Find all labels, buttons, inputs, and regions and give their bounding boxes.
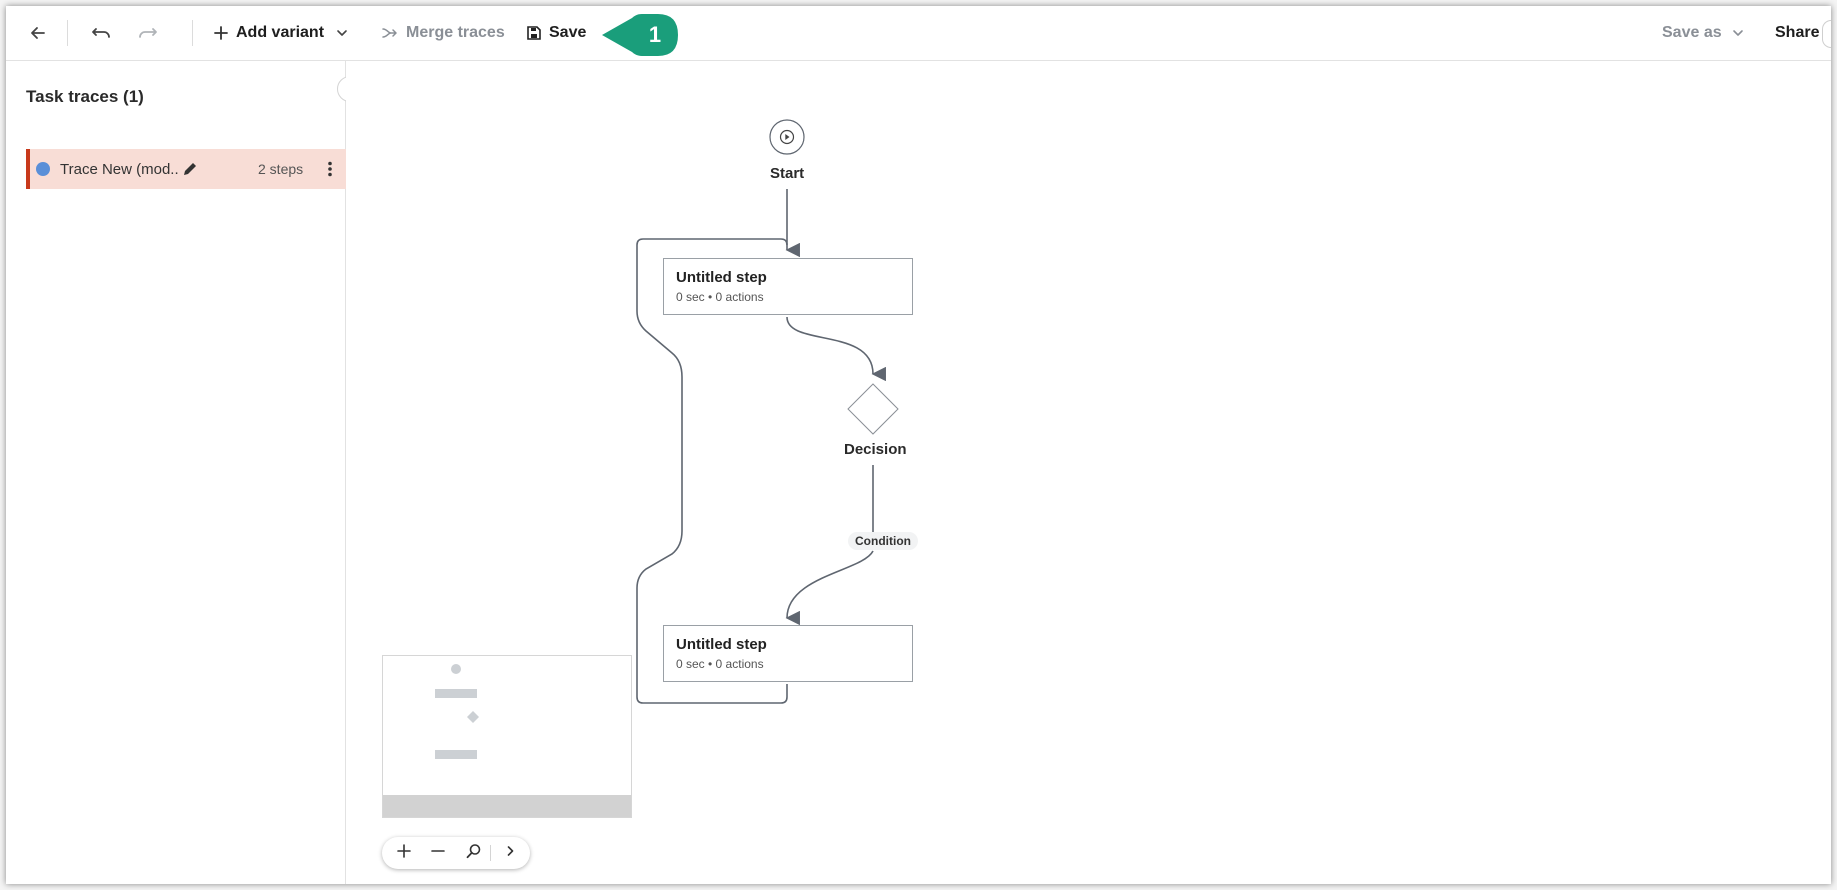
trace-status-icon	[36, 162, 50, 176]
add-variant-label: Add variant	[236, 24, 325, 41]
step-subtitle: 0 sec • 0 actions	[676, 290, 764, 304]
play-circle-icon	[779, 129, 795, 150]
chevron-right-icon	[505, 844, 515, 862]
plus-icon	[397, 843, 411, 863]
back-button[interactable]	[28, 6, 48, 60]
share-label: Share	[1775, 24, 1820, 41]
toolbar-divider	[67, 20, 68, 46]
step-title: Untitled step	[676, 636, 767, 653]
avatar[interactable]	[1822, 20, 1831, 48]
zoom-divider	[490, 845, 491, 861]
trace-step-count: 2 steps	[258, 161, 304, 177]
save-button[interactable]: Save	[527, 6, 586, 60]
app-window: Add variant Merge traces Save 1 Save as	[6, 6, 1831, 884]
step-node[interactable]: Untitled step 0 sec • 0 actions	[663, 258, 913, 315]
minimap-footer	[383, 795, 631, 817]
pencil-icon[interactable]	[182, 161, 198, 177]
undo-button[interactable]	[90, 6, 112, 60]
minimap-preview	[435, 664, 479, 759]
task-traces-panel: Task traces (1) Trace New (mod... 2 step…	[6, 61, 349, 884]
step-subtitle: 0 sec • 0 actions	[676, 657, 764, 671]
redo-button[interactable]	[137, 6, 159, 60]
save-as-label: Save as	[1662, 24, 1722, 41]
kebab-menu-icon[interactable]	[327, 161, 333, 177]
trace-list-item[interactable]: Trace New (mod... 2 steps	[26, 149, 349, 189]
decision-label: Decision	[844, 441, 907, 458]
toolbar-divider	[192, 20, 193, 46]
decision-node-diamond[interactable]	[847, 383, 899, 435]
zoom-controls	[382, 837, 530, 869]
condition-badge[interactable]: Condition	[848, 532, 918, 550]
expand-controls-button[interactable]	[494, 837, 526, 869]
step-callout-badge: 1	[602, 14, 678, 56]
merge-icon	[382, 26, 398, 40]
chevron-down-icon	[336, 27, 348, 39]
save-label: Save	[549, 24, 587, 41]
step-node[interactable]: Untitled step 0 sec • 0 actions	[663, 625, 913, 682]
flow-canvas[interactable]: Start Untitled step 0 sec • 0 actions De…	[346, 61, 1831, 884]
floppy-disk-icon	[527, 26, 541, 40]
share-button[interactable]: Share	[1775, 6, 1819, 60]
minus-icon	[431, 844, 445, 863]
undo-icon	[90, 23, 112, 43]
arrow-left-icon	[28, 23, 48, 43]
merge-traces-label: Merge traces	[406, 24, 505, 41]
step-title: Untitled step	[676, 269, 767, 286]
panel-title: Task traces (1)	[26, 87, 144, 106]
toolbar: Add variant Merge traces Save 1 Save as	[6, 6, 1831, 61]
add-variant-button[interactable]: Add variant	[214, 6, 348, 60]
zoom-in-button[interactable]	[388, 837, 420, 869]
zoom-out-button[interactable]	[422, 837, 454, 869]
start-label: Start	[770, 165, 805, 182]
save-as-button[interactable]: Save as	[1662, 6, 1744, 60]
plus-icon	[214, 26, 228, 40]
chevron-down-icon	[1732, 27, 1744, 39]
zoom-fit-button[interactable]	[458, 837, 490, 869]
zoom-fit-icon	[466, 843, 482, 864]
callout-number: 1	[648, 22, 662, 47]
redo-icon	[137, 23, 159, 43]
minimap[interactable]	[382, 655, 632, 818]
merge-traces-button[interactable]: Merge traces	[382, 6, 505, 60]
trace-name: Trace New (mod...	[60, 160, 178, 178]
